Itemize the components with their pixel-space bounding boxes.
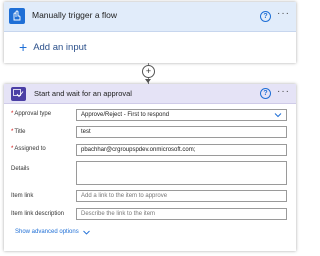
approval-type-value: Approve/Reject - First to respond <box>81 112 170 118</box>
approval-card-header[interactable]: Start and wait for an approval ? ··· <box>4 84 296 104</box>
assigned-to-label-text: Assigned to <box>14 146 46 152</box>
required-asterisk: * <box>11 146 14 152</box>
required-asterisk: * <box>11 111 14 117</box>
title-label: *Title <box>11 129 25 135</box>
trigger-card-header[interactable]: Manually trigger a flow ? ··· <box>4 2 296 32</box>
item-link-placeholder: Add a link to the item to approve <box>81 193 168 199</box>
required-asterisk: * <box>11 129 14 135</box>
question-circle-icon[interactable]: ? <box>260 88 271 99</box>
details-textarea[interactable] <box>76 161 287 185</box>
assigned-to-label: *Assigned to <box>11 146 46 152</box>
show-advanced-options-link[interactable]: Show advanced options <box>15 229 90 235</box>
item-link-input[interactable]: Add a link to the item to approve <box>76 190 287 202</box>
trigger-title: Manually trigger a flow <box>32 10 118 20</box>
item-link-description-label: Item link description <box>11 211 65 217</box>
assigned-to-input[interactable]: pbachhar@crgroupspdev.onmicrosoft.com; <box>76 144 287 156</box>
plus-circle-icon[interactable]: + <box>142 65 155 78</box>
question-circle-icon[interactable]: ? <box>260 11 271 22</box>
ellipsis-icon[interactable]: ··· <box>277 8 290 19</box>
title-input[interactable]: test <box>76 126 287 138</box>
chevron-down-icon <box>274 113 282 118</box>
trigger-hand-icon <box>9 8 25 24</box>
approval-icon <box>11 87 26 101</box>
approval-type-dropdown[interactable]: Approve/Reject - First to respond <box>76 109 287 121</box>
assigned-to-value: pbachhar@crgroupspdev.onmicrosoft.com; <box>81 147 196 153</box>
title-label-text: Title <box>14 129 26 135</box>
ellipsis-icon[interactable]: ··· <box>277 86 290 97</box>
add-input-label: Add an input <box>33 41 87 53</box>
trigger-card: Manually trigger a flow ? ··· + Add an i… <box>4 2 296 63</box>
details-label: Details <box>11 166 30 172</box>
item-link-description-placeholder: Describe the link to the item <box>81 211 156 217</box>
title-value: test <box>81 129 91 135</box>
item-link-label: Item link <box>11 193 34 199</box>
arrow-down-icon <box>145 79 151 83</box>
item-link-description-input[interactable]: Describe the link to the item <box>76 208 287 220</box>
approval-type-label: *Approval type <box>11 111 51 117</box>
plus-icon: + <box>19 39 28 55</box>
chevron-down-icon <box>82 230 90 235</box>
approval-title: Start and wait for an approval <box>34 89 132 98</box>
show-advanced-options-label: Show advanced options <box>15 229 79 235</box>
add-input-button[interactable]: + Add an input <box>19 40 87 54</box>
approval-type-label-text: Approval type <box>14 111 52 117</box>
